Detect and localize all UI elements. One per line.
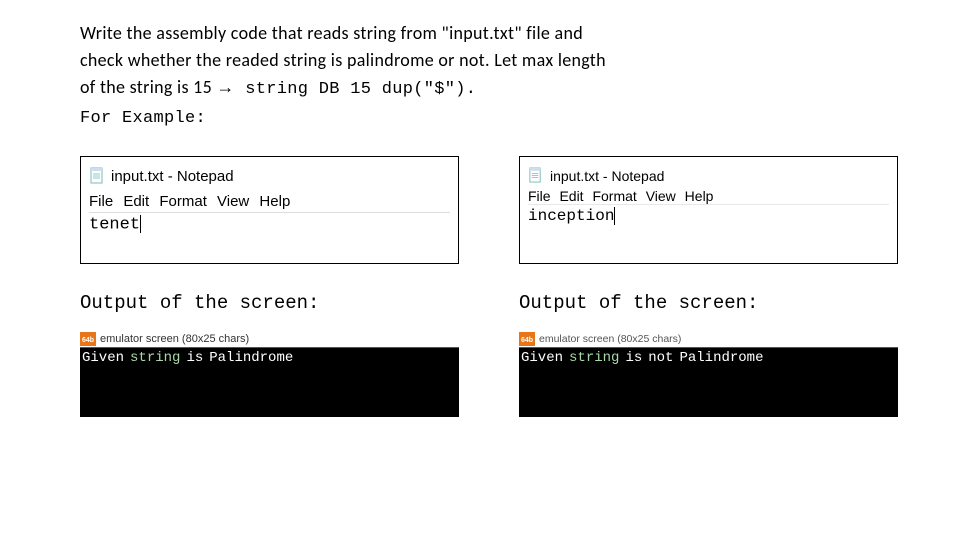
notepad-icon (528, 167, 544, 185)
problem-line3a: of the string is 15 (80, 76, 216, 98)
out-word: Given (521, 350, 563, 366)
output-label-left: Output of the screen: (80, 292, 459, 314)
example-right: input.txt - Notepad File Edit Format Vie… (519, 156, 898, 417)
out-word: Palindrome (679, 350, 763, 366)
problem-line1: Write the assembly code that reads strin… (80, 22, 583, 44)
out-word: Palindrome (209, 350, 293, 366)
out-word: string (130, 350, 180, 366)
emulator-screen-right: Given string isnot Palindrome (519, 347, 898, 417)
svg-text:64b: 64b (521, 337, 533, 344)
out-word: Given (82, 350, 124, 366)
emulator-icon: 64b (80, 332, 96, 346)
out-word: string (569, 350, 619, 366)
out-word: is (186, 350, 203, 366)
notepad-content-left[interactable]: tenet (89, 212, 450, 234)
emulator-titlebar-right: 64b emulator screen (80x25 chars) (519, 332, 898, 346)
examples-container: input.txt - Notepad File Edit Format Vie… (80, 156, 898, 417)
problem-code: string DB 15 dup("$"). (235, 80, 477, 99)
example-left: input.txt - Notepad File Edit Format Vie… (80, 156, 459, 417)
notepad-window-left: input.txt - Notepad File Edit Format Vie… (80, 156, 459, 264)
out-word: is (625, 350, 642, 366)
notepad-title-right: input.txt - Notepad (550, 168, 664, 184)
arrow-icon: → (216, 77, 234, 97)
problem-line2: check whether the readed string is palin… (80, 49, 606, 71)
notepad-window-right: input.txt - Notepad File Edit Format Vie… (519, 156, 898, 264)
notepad-titlebar-right: input.txt - Notepad (528, 167, 889, 185)
emulator-icon: 64b (519, 332, 535, 346)
emulator-window-left: 64b emulator screen (80x25 chars) Givens… (80, 332, 459, 417)
emulator-title-right: emulator screen (80x25 chars) (539, 333, 681, 345)
svg-text:64b: 64b (82, 337, 94, 344)
notepad-menu-right[interactable]: File Edit Format View Help (528, 188, 889, 204)
emulator-screen-left: Given string is Palindrome (80, 347, 459, 417)
output-label-right: Output of the screen: (519, 292, 898, 314)
notepad-content-right[interactable]: inception (528, 204, 889, 225)
out-word: not (648, 350, 673, 366)
notepad-icon (89, 167, 105, 185)
emulator-title-left: emulator screen (80x25 chars) (100, 333, 249, 345)
problem-statement: Write the assembly code that reads strin… (80, 20, 898, 131)
emulator-titlebar-left: 64b emulator screen (80x25 chars) (80, 332, 459, 346)
notepad-title-left: input.txt - Notepad (111, 168, 234, 185)
notepad-menu-left[interactable]: File Edit Format View Help (89, 193, 450, 210)
notepad-titlebar-left: input.txt - Notepad (89, 167, 450, 185)
emulator-window-right: 64b emulator screen (80x25 chars) Givens… (519, 332, 898, 417)
problem-line4: For Example: (80, 109, 206, 128)
